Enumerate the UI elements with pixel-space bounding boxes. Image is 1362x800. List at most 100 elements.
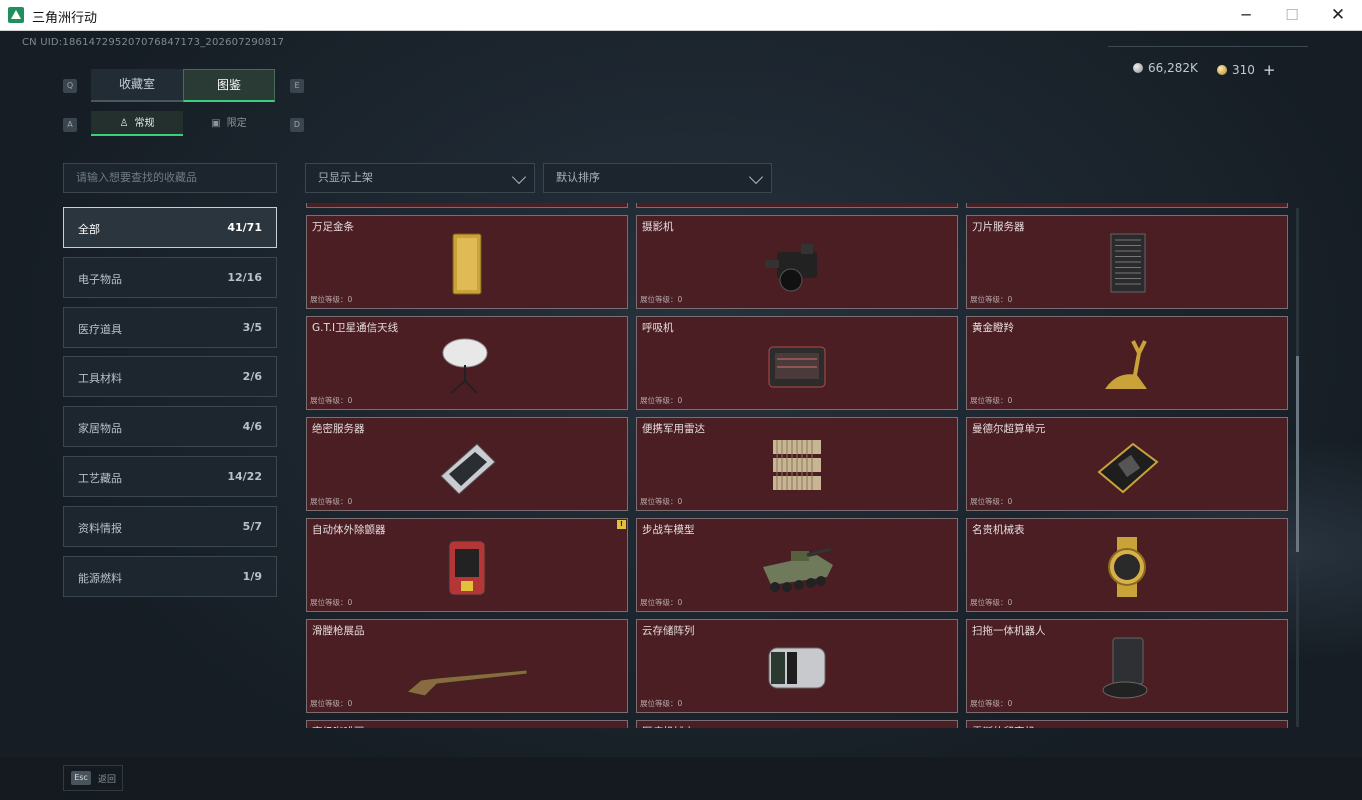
filter-dropdown[interactable]: 只显示上架	[305, 163, 535, 193]
item-card[interactable]: 高级咖啡豆展位等级：0	[306, 720, 628, 728]
item-card[interactable]: 名贵机械表 展位等级：0	[966, 518, 1288, 612]
storage-array-icon	[757, 634, 837, 702]
category-item[interactable]: 工艺藏品 14/22	[63, 456, 277, 497]
item-card[interactable]: 万足金条 展位等级：0	[306, 215, 628, 309]
item-name: 云存储阵列	[642, 625, 695, 637]
category-item[interactable]: 能源燃料 1/9	[63, 555, 277, 597]
item-level: 展位等级：0	[640, 497, 683, 506]
filter-dropdown-value: 只显示上架	[318, 171, 373, 184]
item-name: 曼德尔超算单元	[972, 423, 1046, 435]
subtab-limited[interactable]: ▣ 限定	[183, 111, 275, 136]
item-level: 展位等级：0	[970, 497, 1013, 506]
item-level: 展位等级：0	[640, 295, 683, 304]
item-card[interactable]: 绝密服务器 展位等级：0	[306, 417, 628, 511]
item-card[interactable]: 便携军用雷达 展位等级：0	[636, 417, 958, 511]
category-label: 工具材料	[78, 372, 122, 386]
musket-icon	[372, 634, 562, 702]
currency-gold: 310 +	[1217, 61, 1275, 79]
item-card[interactable]: 步战车模型 展位等级：0	[636, 518, 958, 612]
warning-badge-icon: !	[617, 520, 626, 529]
item-level: 展位等级：0	[640, 396, 683, 405]
secret-server-icon	[427, 432, 507, 500]
category-count: 41/71	[227, 221, 262, 234]
item-card[interactable]: 呼吸机展位等级：0	[636, 316, 958, 410]
item-card[interactable]: 扫拖一体机器人 展位等级：0	[966, 619, 1288, 713]
blade-server-icon	[1087, 230, 1167, 298]
bottom-bar: Esc 返回	[0, 757, 1362, 800]
golden-gazelle-icon	[1087, 331, 1167, 399]
item-name: 步战车模型	[642, 524, 695, 536]
item-card[interactable]: 云存储阵列展位等级：0	[636, 619, 958, 713]
tab-catalog[interactable]: 图鉴	[183, 69, 275, 102]
minimize-button[interactable]: ─	[1223, 0, 1269, 31]
item-card[interactable]: G.T.I卫星通信天线 展位等级：0	[306, 316, 628, 410]
maximize-button[interactable]: ☐	[1269, 0, 1315, 31]
luxury-watch-icon	[1087, 533, 1167, 601]
item-name: 摄影机	[642, 221, 674, 233]
category-label: 能源燃料	[78, 571, 122, 585]
close-button[interactable]: ✕	[1315, 0, 1361, 31]
category-label: 家居物品	[78, 422, 122, 436]
subtab-regular-label: 常规	[134, 118, 155, 129]
item-card[interactable]: 黄金瞪羚 展位等级：0	[966, 316, 1288, 410]
item-card-partial[interactable]	[306, 203, 628, 208]
scroll-thumb[interactable]	[1296, 356, 1299, 552]
category-count: 4/6	[242, 420, 262, 434]
item-name: 高级咖啡豆	[312, 724, 365, 728]
gold-amount: 310	[1232, 63, 1255, 77]
item-card[interactable]: 滑膛枪展品 展位等级：0	[306, 619, 628, 713]
back-button[interactable]: Esc 返回	[63, 765, 123, 791]
item-name: 扫拖一体机器人	[972, 625, 1046, 637]
category-item[interactable]: 工具材料 2/6	[63, 356, 277, 398]
supercomputer-unit-icon	[1087, 432, 1167, 500]
item-level: 展位等级：0	[970, 396, 1013, 405]
category-count: 5/7	[242, 519, 262, 533]
category-item[interactable]: 全部 41/71	[63, 207, 277, 248]
item-card[interactable]: 医疗机械人展位等级：0	[636, 720, 958, 728]
category-item[interactable]: 家居物品 4/6	[63, 406, 277, 448]
category-count: 2/6	[242, 370, 262, 384]
item-card[interactable]: 雷斯的留声机展位等级：0	[966, 720, 1288, 728]
item-card-partial[interactable]	[966, 203, 1288, 208]
flask-icon: ♙	[119, 118, 129, 129]
item-card[interactable]: 刀片服务器展位等级：0	[966, 215, 1288, 309]
item-level: 展位等级：0	[310, 598, 353, 607]
category-label: 资料情报	[78, 521, 122, 535]
search-input[interactable]: 请输入想要查找的收藏品	[63, 163, 277, 193]
item-name: G.T.I卫星通信天线	[312, 322, 399, 334]
category-item[interactable]: 资料情报 5/7	[63, 505, 277, 547]
add-currency-button[interactable]: +	[1263, 61, 1276, 79]
item-card[interactable]: 自动体外除颤器 展位等级：0!	[306, 518, 628, 612]
user-uid: CN UID:1861472952070768471​73_2026072908…	[22, 37, 285, 48]
category-count: 3/5	[242, 320, 262, 334]
subtab-regular[interactable]: ♙ 常规	[91, 111, 183, 136]
item-level: 展位等级：0	[310, 497, 353, 506]
gold-coin-icon	[1217, 65, 1227, 75]
grid-scrollbar[interactable]	[1296, 208, 1299, 727]
ifv-model-icon	[757, 533, 837, 601]
category-item[interactable]: 电子物品 12/16	[63, 256, 277, 298]
tab-collection-room[interactable]: 收藏室	[91, 69, 183, 102]
item-level: 展位等级：0	[310, 295, 353, 304]
item-level: 展位等级：0	[640, 699, 683, 708]
esc-key-hint: Esc	[71, 771, 91, 785]
item-card[interactable]: 曼德尔超算单元 展位等级：0	[966, 417, 1288, 511]
item-card[interactable]: 摄影机展位等级：0	[636, 215, 958, 309]
key-hint-q: Q	[63, 79, 77, 93]
item-level: 展位等级：0	[970, 598, 1013, 607]
item-name: 雷斯的留声机	[972, 724, 1035, 728]
item-card-partial[interactable]	[636, 203, 958, 208]
item-level: 展位等级：0	[970, 295, 1013, 304]
item-name: 呼吸机	[642, 322, 674, 334]
header-divider	[1108, 46, 1308, 47]
item-name: 刀片服务器	[972, 221, 1025, 233]
item-grid: 万足金条 展位等级：0 摄影机 展位等级：0 刀片服务器 展位等级：0 G.T.I卫星通信天…	[305, 203, 1290, 728]
category-count: 14/22	[227, 470, 262, 483]
satellite-dish-icon	[427, 331, 507, 399]
sort-dropdown[interactable]: 默认排序	[543, 163, 772, 193]
item-level: 展位等级：0	[310, 396, 353, 405]
camera-icon	[757, 230, 837, 298]
category-item[interactable]: 医疗道具 3/5	[63, 306, 277, 348]
item-level: 展位等级：0	[970, 699, 1013, 708]
category-label: 电子物品	[78, 272, 122, 286]
